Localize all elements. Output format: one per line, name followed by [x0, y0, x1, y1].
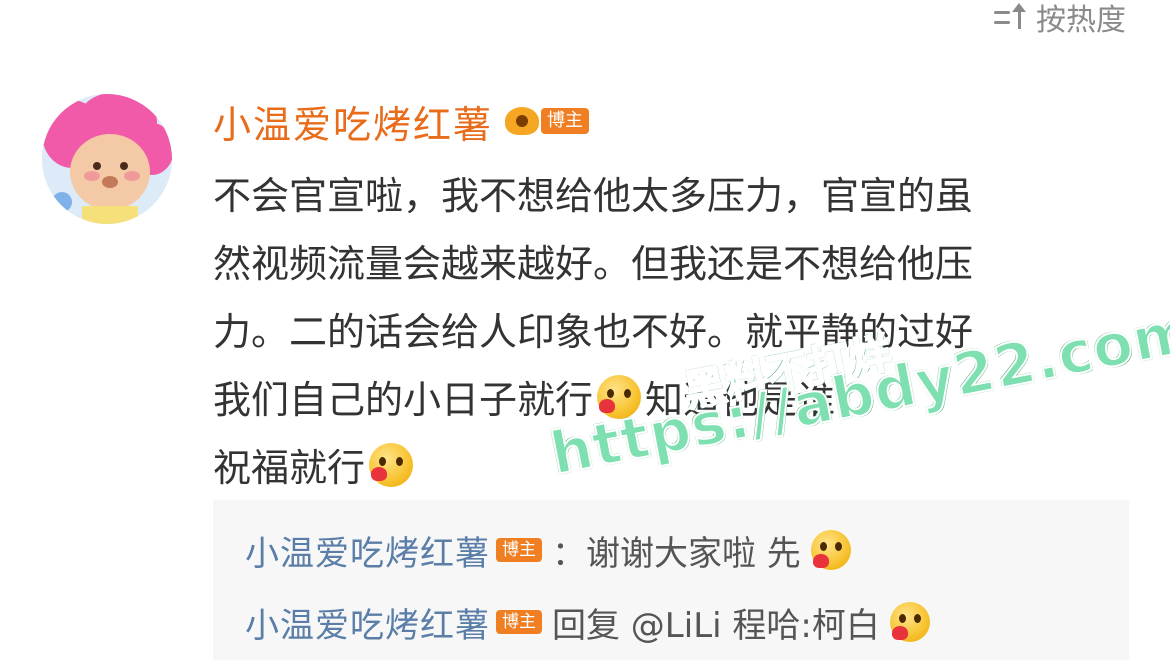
avatar[interactable]: [42, 94, 172, 224]
blogger-badge: 博主: [496, 610, 542, 634]
comment-line: 然视频流量会越来越好。但我还是不想给他压: [213, 242, 974, 286]
blogger-badge: 博主: [541, 108, 590, 134]
sort-label: 按热度: [1036, 3, 1126, 38]
username[interactable]: 小温爱吃烤红薯: [213, 94, 493, 149]
blush-emoji-icon: [810, 530, 851, 570]
vip-eye-icon: [505, 107, 540, 135]
comment-fragment: 我们自己的小日子就行: [213, 378, 594, 422]
sort-by-popularity-button[interactable]: 按热度: [994, 0, 1126, 38]
blush-emoji-icon: [369, 443, 414, 487]
avatar-illustration: [42, 94, 172, 224]
reply-text: ：谢谢大家啦 先: [552, 533, 801, 574]
vip-badge: 博主: [505, 107, 590, 135]
replies-panel: 小温爱吃烤红薯 博主 ：谢谢大家啦 先 小温爱吃烤红薯 博主 回复 @LiLi …: [213, 500, 1129, 660]
sort-icon: [994, 3, 1028, 31]
reply-username[interactable]: 小温爱吃烤红薯: [245, 598, 490, 647]
reply-item[interactable]: 小温爱吃烤红薯 博主 回复 @LiLi 程哈:柯白: [245, 596, 934, 648]
comment-line: 不会官宣啦，我不想给他太多压力，官宣的虽: [213, 174, 974, 218]
reply-username[interactable]: 小温爱吃烤红薯: [245, 526, 490, 575]
reply-text: 回复 @LiLi 程哈:柯白: [552, 605, 880, 646]
blush-emoji-icon: [889, 602, 930, 642]
reply-item[interactable]: 小温爱吃烤红薯 博主 ：谢谢大家啦 先: [245, 524, 855, 576]
blogger-badge: 博主: [496, 538, 542, 562]
comment-fragment: 祝福就行: [213, 446, 366, 490]
